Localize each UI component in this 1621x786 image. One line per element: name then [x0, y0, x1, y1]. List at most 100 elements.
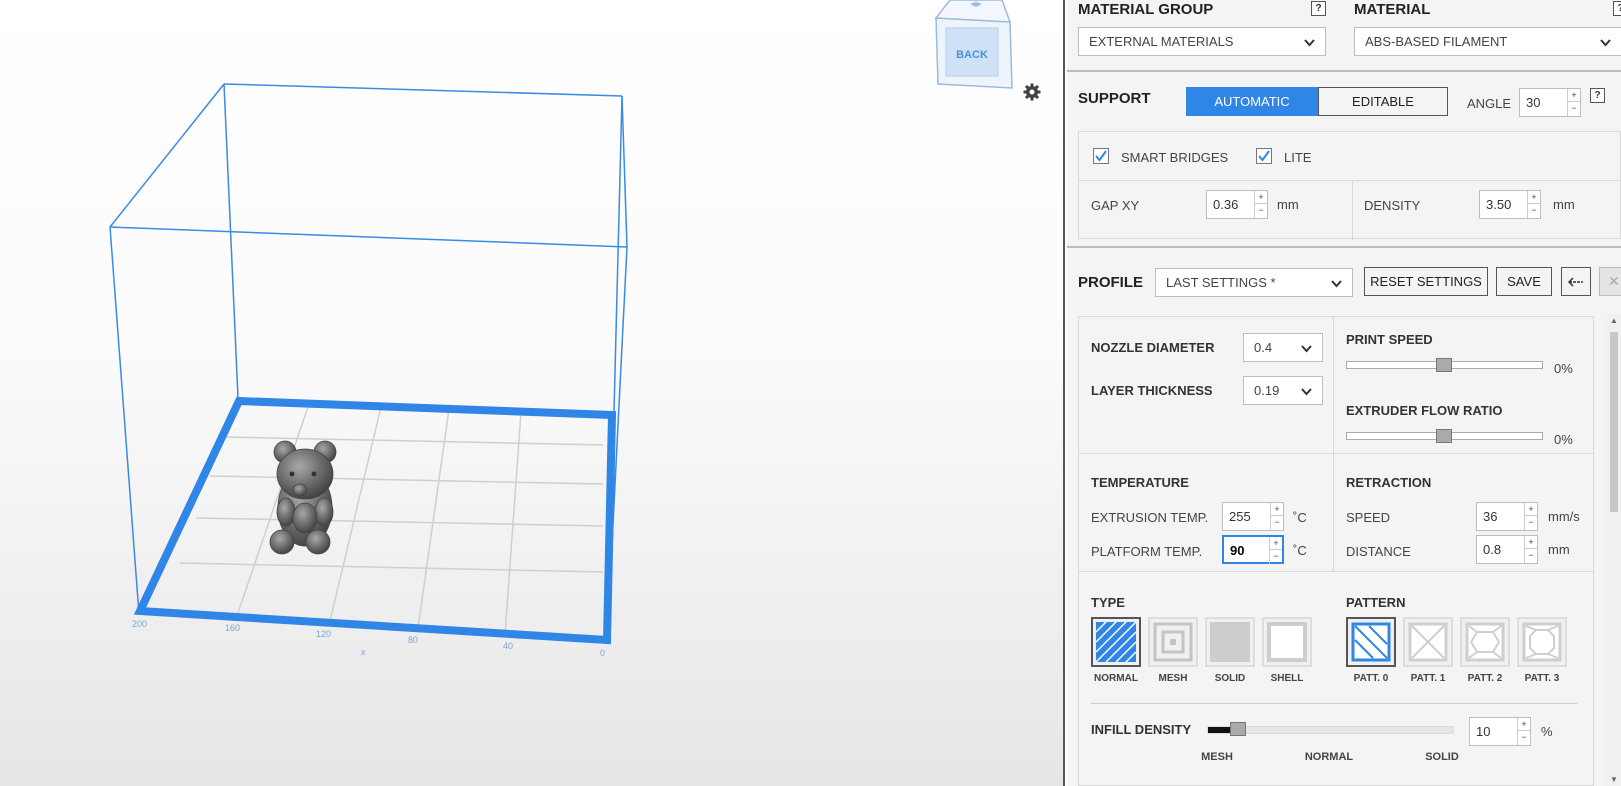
- increment-icon[interactable]: +: [1270, 537, 1282, 550]
- increment-icon[interactable]: +: [1525, 536, 1537, 549]
- infill-mark-solid: SOLID: [1425, 751, 1459, 763]
- gap-xy-stepper[interactable]: +−: [1206, 190, 1268, 219]
- angle-input[interactable]: [1520, 89, 1568, 116]
- infill-type-solid-tile[interactable]: [1205, 617, 1255, 667]
- infill-type-mesh-tile[interactable]: [1148, 617, 1198, 667]
- nozzle-diameter-label: NOZZLE DIAMETER: [1091, 340, 1215, 355]
- axis-name-x: x: [361, 647, 366, 657]
- smart-bridges-label: SMART BRIDGES: [1121, 150, 1229, 165]
- axis-tick-0: 0: [600, 648, 605, 658]
- increment-icon[interactable]: +: [1271, 503, 1283, 516]
- infill-type-normal-tile[interactable]: [1091, 617, 1141, 667]
- pattern-1-label: PATT. 1: [1410, 673, 1446, 684]
- decrement-icon[interactable]: −: [1518, 731, 1530, 744]
- density-stepper[interactable]: +−: [1479, 190, 1541, 219]
- retraction-speed-input[interactable]: [1477, 503, 1525, 530]
- increment-icon[interactable]: +: [1255, 191, 1267, 204]
- decrement-icon[interactable]: −: [1271, 516, 1283, 529]
- extrusion-temp-stepper[interactable]: +−: [1222, 502, 1284, 531]
- infill-density-input[interactable]: [1470, 718, 1518, 745]
- diagonal-lines-icon: [1096, 622, 1136, 662]
- material-group-help-icon[interactable]: ?: [1311, 1, 1326, 16]
- profile-label: PROFILE: [1078, 274, 1144, 291]
- chevron-down-icon: [1304, 39, 1315, 47]
- pattern-0-tile[interactable]: [1346, 617, 1396, 667]
- reset-settings-button[interactable]: RESET SETTINGS: [1364, 267, 1488, 296]
- print-speed-slider-thumb[interactable]: [1436, 358, 1452, 372]
- retraction-distance-input[interactable]: [1477, 536, 1525, 563]
- scrollbar-thumb[interactable]: [1610, 332, 1618, 512]
- decrement-icon[interactable]: −: [1255, 204, 1267, 217]
- infill-type-shell-label: SHELL: [1270, 673, 1304, 684]
- axis-tick-80: 80: [408, 635, 418, 645]
- pattern-1-tile[interactable]: [1403, 617, 1453, 667]
- decrement-icon[interactable]: −: [1568, 102, 1580, 115]
- gap-xy-unit: mm: [1277, 197, 1299, 212]
- nozzle-diameter-select[interactable]: 0.4: [1243, 333, 1323, 362]
- pattern-2-tile[interactable]: [1460, 617, 1510, 667]
- platform-temp-input[interactable]: [1224, 537, 1270, 564]
- material-help-icon[interactable]: ?: [1613, 1, 1621, 16]
- extrusion-temp-label: EXTRUSION TEMP.: [1091, 510, 1209, 525]
- material-select[interactable]: ABS-BASED FILAMENT: [1354, 27, 1621, 56]
- increment-icon[interactable]: +: [1518, 718, 1530, 731]
- 3d-viewport[interactable]: 200 160 120 80 40 0 x BACK: [0, 0, 1065, 786]
- increment-icon[interactable]: +: [1525, 503, 1537, 516]
- infill-type-shell-tile[interactable]: [1262, 617, 1312, 667]
- arrow-left-icon: [1567, 277, 1583, 287]
- extruder-flow-slider-thumb[interactable]: [1436, 429, 1452, 443]
- pattern-0-label: PATT. 0: [1353, 673, 1389, 684]
- material-group-value: EXTERNAL MATERIALS: [1089, 34, 1234, 49]
- infill-mark-mesh: MESH: [1201, 751, 1233, 763]
- support-automatic-button[interactable]: AUTOMATIC: [1186, 87, 1318, 116]
- pattern-2-icon: [1465, 622, 1505, 662]
- infill-mark-normal: NORMAL: [1304, 751, 1354, 763]
- scroll-down-icon[interactable]: ▼: [1610, 775, 1618, 784]
- scroll-up-icon[interactable]: ▲: [1610, 316, 1618, 325]
- view-cube[interactable]: BACK: [932, 0, 1018, 92]
- chevron-down-icon: [1331, 280, 1342, 288]
- profile-scrollbar[interactable]: ▲ ▼: [1607, 314, 1621, 786]
- nozzle-diameter-value: 0.4: [1254, 340, 1273, 355]
- extrusion-temp-input[interactable]: [1223, 503, 1271, 530]
- angle-help-icon[interactable]: ?: [1590, 88, 1605, 103]
- lite-checkbox[interactable]: [1256, 148, 1272, 164]
- export-profile-button[interactable]: [1561, 267, 1591, 296]
- layer-thickness-select[interactable]: 0.19: [1243, 376, 1323, 405]
- platform-temp-unit: ˚C: [1293, 543, 1307, 558]
- angle-stepper[interactable]: +−: [1519, 88, 1581, 117]
- density-input[interactable]: [1480, 191, 1528, 218]
- pattern-3-icon: [1522, 622, 1562, 662]
- material-group-select[interactable]: EXTERNAL MATERIALS: [1078, 27, 1326, 56]
- hollow-square-icon: [1267, 622, 1307, 662]
- concentric-squares-icon: [1153, 622, 1193, 662]
- platform-temp-stepper[interactable]: +−: [1222, 535, 1284, 564]
- decrement-icon[interactable]: −: [1525, 516, 1537, 529]
- smart-bridges-checkbox[interactable]: [1093, 148, 1109, 164]
- save-profile-button[interactable]: SAVE: [1496, 267, 1552, 296]
- gummy-bear-model[interactable]: [269, 440, 337, 555]
- retraction-speed-label: SPEED: [1346, 510, 1391, 525]
- axis-tick-160: 160: [225, 623, 240, 633]
- infill-type-normal-label: NORMAL: [1094, 673, 1138, 684]
- support-editable-button[interactable]: EDITABLE: [1318, 87, 1448, 116]
- delete-profile-button[interactable]: ✕: [1599, 267, 1621, 296]
- solid-square-icon: [1210, 622, 1250, 662]
- increment-icon[interactable]: +: [1528, 191, 1540, 204]
- profile-select[interactable]: LAST SETTINGS *: [1155, 268, 1353, 297]
- infill-density-unit: %: [1541, 724, 1553, 739]
- increment-icon[interactable]: +: [1568, 89, 1580, 102]
- infill-density-stepper[interactable]: +−: [1469, 717, 1531, 746]
- gap-xy-input[interactable]: [1207, 191, 1255, 218]
- retraction-distance-stepper[interactable]: +−: [1476, 535, 1538, 564]
- retraction-distance-unit: mm: [1548, 542, 1570, 557]
- gear-icon[interactable]: [1022, 82, 1042, 102]
- infill-density-slider-thumb[interactable]: [1230, 722, 1246, 736]
- axis-tick-40: 40: [503, 641, 513, 651]
- checkmark-icon: [1258, 150, 1270, 162]
- pattern-3-tile[interactable]: [1517, 617, 1567, 667]
- decrement-icon[interactable]: −: [1528, 204, 1540, 217]
- decrement-icon[interactable]: −: [1525, 549, 1537, 562]
- decrement-icon[interactable]: −: [1270, 550, 1282, 563]
- retraction-speed-stepper[interactable]: +−: [1476, 502, 1538, 531]
